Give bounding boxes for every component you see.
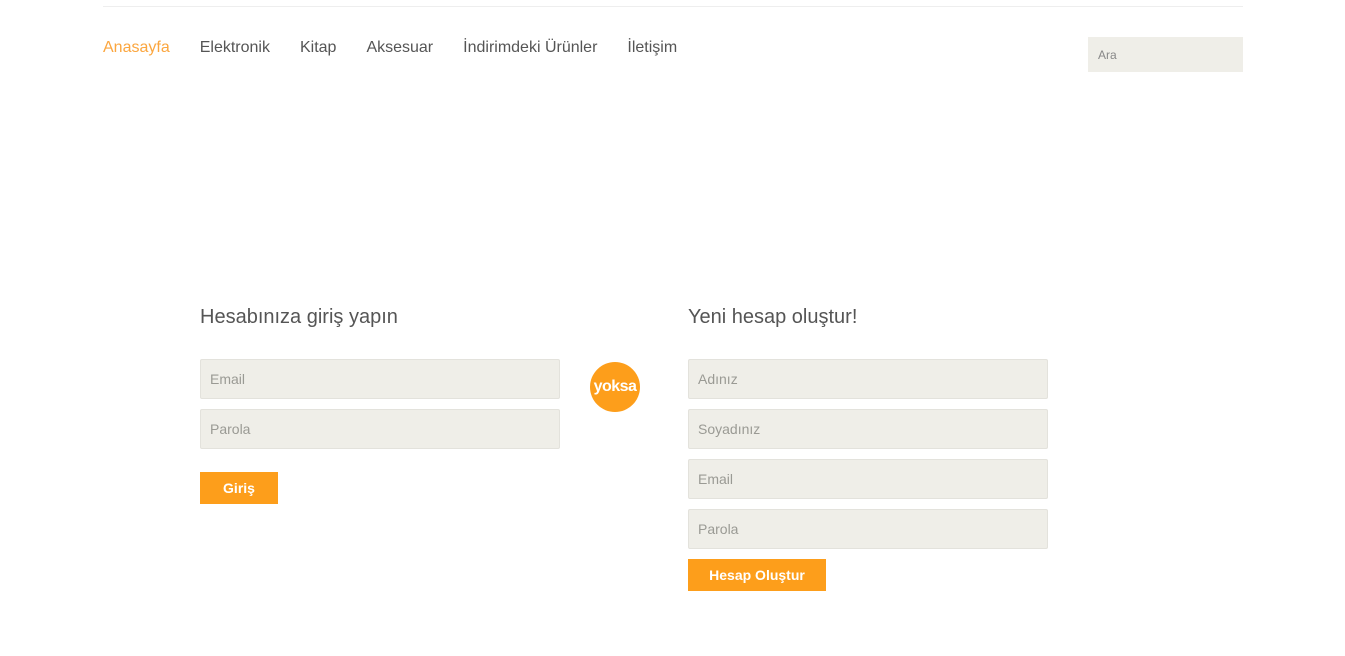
nav-item-contact[interactable]: İletişim: [627, 39, 677, 57]
nav-item-books[interactable]: Kitap: [300, 39, 336, 57]
search-input[interactable]: [1088, 37, 1243, 72]
register-email-field[interactable]: [688, 459, 1048, 499]
login-password-field[interactable]: [200, 409, 560, 449]
register-first-name-field[interactable]: [688, 359, 1048, 399]
create-account-button[interactable]: Hesap Oluştur: [688, 559, 826, 591]
login-button[interactable]: Giriş: [200, 472, 278, 504]
nav-item-accessories[interactable]: Aksesuar: [366, 39, 433, 57]
login-email-field[interactable]: [200, 359, 560, 399]
or-divider-badge: yoksa: [590, 362, 640, 412]
main-nav: Anasayfa Elektronik Kitap Aksesuar İndir…: [103, 36, 707, 60]
nav-item-discounted[interactable]: İndirimdeki Ürünler: [463, 39, 597, 57]
register-password-field[interactable]: [688, 509, 1048, 549]
nav-item-home[interactable]: Anasayfa: [103, 39, 170, 57]
nav-item-electronics[interactable]: Elektronik: [200, 39, 270, 57]
top-divider: [103, 6, 1243, 7]
register-title: Yeni hesap oluştur!: [688, 306, 858, 328]
login-title: Hesabınıza giriş yapın: [200, 306, 398, 328]
register-last-name-field[interactable]: [688, 409, 1048, 449]
